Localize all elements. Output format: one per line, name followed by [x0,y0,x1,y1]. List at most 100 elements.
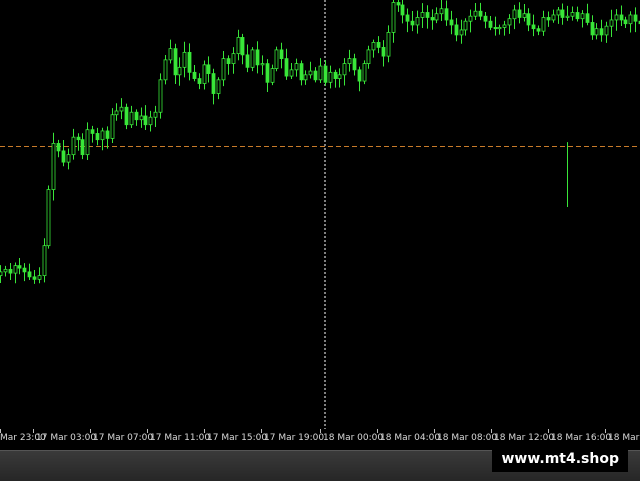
candle-body [134,111,139,121]
candle-body [628,14,633,25]
candle-body [206,64,211,74]
candle-body [182,51,187,68]
candle-body [425,12,430,18]
time-label: 17 Mar 19:00 [264,433,325,443]
candle-body [313,70,318,81]
candle-body [0,271,3,277]
candle-body [211,73,216,94]
candle-body [512,9,517,20]
candle-body [240,37,245,56]
candle-body [71,136,76,156]
candle-body [158,79,163,113]
candle-body [594,28,599,36]
candle-body [590,22,595,36]
candle-body [114,110,119,116]
time-label: 18 Mar 04:00 [380,433,441,443]
candle-body [352,58,357,71]
candle-body [17,265,22,269]
candle-body [362,63,367,82]
candle-body [284,58,289,77]
candle-body [565,15,570,18]
candle-body [173,48,178,76]
time-tick [261,429,262,433]
candle-body [265,63,270,83]
candle-body [376,42,381,48]
candle-body [599,28,604,36]
candle-body [507,18,512,26]
candle-body [279,49,284,60]
candle-body [163,59,168,81]
candle-body [386,32,391,57]
candle-body [556,9,561,16]
time-label: 18 Mar 08:00 [437,433,498,443]
candle-body [526,13,531,26]
candle-body [236,37,241,55]
candle-body [449,19,454,26]
candle-body [497,27,502,30]
candle-body [405,14,410,22]
candle-body [570,12,575,17]
candle-body [463,20,468,31]
candle-body [531,24,536,30]
candle-body [76,136,81,141]
candle-body [255,49,260,66]
candle-body [3,268,8,273]
time-label: 18 Mar 16:00 [551,433,612,443]
candle-body [333,71,338,79]
candle-body [371,42,376,51]
candle-body [517,9,522,18]
candle-body [420,12,425,18]
time-tick [320,429,321,433]
time-tick [548,429,549,433]
candle-body [308,70,313,76]
candle-body [192,71,197,79]
candle-body [289,69,294,77]
candle-body [415,17,420,26]
candle-body [400,4,405,16]
candle-body [410,20,415,26]
candle-body [609,19,614,27]
candle-body [444,8,449,21]
time-tick [377,429,378,433]
candle-body [274,49,279,69]
candle-body [153,111,158,118]
time-label: 17 Mar 07:00 [93,433,154,443]
candle-body [430,17,435,21]
candle-body [250,49,255,68]
candle-body [323,65,328,83]
candle-body [80,139,85,156]
candle-body [245,54,250,68]
time-tick [204,429,205,433]
candle-body [473,10,478,17]
candle-body [604,25,609,36]
candle-body [318,65,323,81]
candle-body [61,150,66,163]
time-tick [90,429,91,433]
candle-body [231,53,236,65]
candle-body [260,63,265,66]
candle-body [585,13,590,23]
candle-body [37,275,42,280]
candle-body [488,20,493,28]
candle-body [105,130,110,139]
candle-body [85,129,90,156]
candle-body [187,51,192,73]
candle-body [202,64,207,84]
price-chart[interactable] [0,0,640,429]
time-tick [147,429,148,433]
candle-body [42,245,47,277]
time-label: 18 Mar 00:00 [323,433,384,443]
candle-body [110,114,115,139]
candle-body [8,268,13,274]
candles-group [0,0,640,284]
candle-body [328,71,333,83]
time-label: 17 Mar 03:00 [36,433,97,443]
candle-body [623,19,628,25]
candle-body [168,48,173,61]
candle-body [459,29,464,36]
time-tick [605,429,606,433]
candle-body [124,106,129,126]
candle-body [614,14,619,21]
candle-body [575,12,580,20]
chart-area[interactable]: Mar 23:00 17 Mar 03:00 17 Mar 07:00 17 M… [0,0,640,450]
